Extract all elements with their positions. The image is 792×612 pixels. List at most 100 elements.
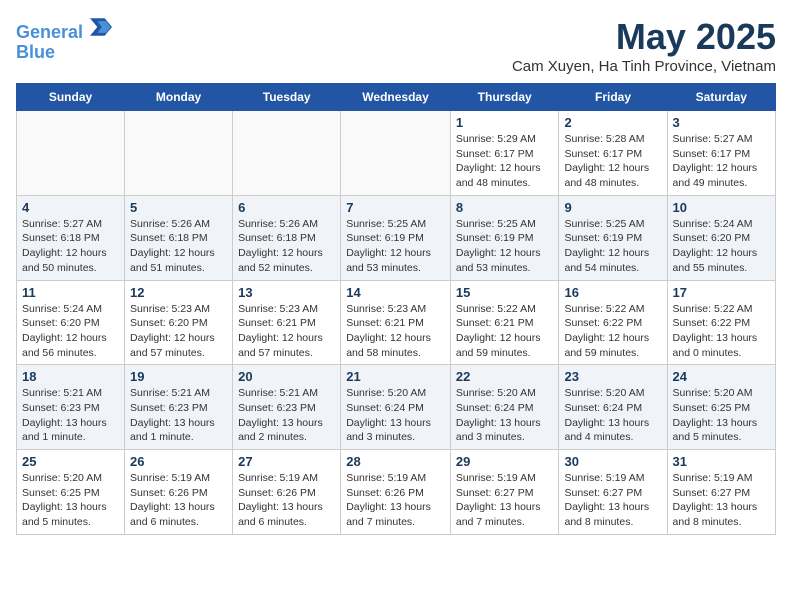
day-number: 16 [564, 285, 661, 300]
day-info: Sunrise: 5:25 AM Sunset: 6:19 PM Dayligh… [564, 217, 661, 276]
calendar-cell: 9 Sunrise: 5:25 AM Sunset: 6:19 PM Daylig… [559, 195, 667, 280]
day-info: Sunrise: 5:26 AM Sunset: 6:18 PM Dayligh… [130, 217, 227, 276]
day-number: 24 [673, 369, 770, 384]
day-info: Sunrise: 5:22 AM Sunset: 6:22 PM Dayligh… [673, 302, 770, 361]
day-number: 8 [456, 200, 554, 215]
day-info: Sunrise: 5:19 AM Sunset: 6:27 PM Dayligh… [456, 471, 554, 530]
title-block: May 2025 Cam Xuyen, Ha Tinh Province, Vi… [512, 16, 776, 75]
day-number: 13 [238, 285, 335, 300]
day-info: Sunrise: 5:25 AM Sunset: 6:19 PM Dayligh… [346, 217, 445, 276]
day-number: 28 [346, 454, 445, 469]
day-info: Sunrise: 5:20 AM Sunset: 6:25 PM Dayligh… [22, 471, 119, 530]
day-info: Sunrise: 5:19 AM Sunset: 6:27 PM Dayligh… [564, 471, 661, 530]
day-info: Sunrise: 5:27 AM Sunset: 6:17 PM Dayligh… [673, 132, 770, 191]
calendar-week-5: 25 Sunrise: 5:20 AM Sunset: 6:25 PM Dayli… [17, 450, 776, 535]
calendar-cell: 14 Sunrise: 5:23 AM Sunset: 6:21 PM Dayli… [341, 280, 451, 365]
day-number: 29 [456, 454, 554, 469]
calendar-cell: 4 Sunrise: 5:27 AM Sunset: 6:18 PM Daylig… [17, 195, 125, 280]
calendar-cell: 28 Sunrise: 5:19 AM Sunset: 6:26 PM Dayli… [341, 450, 451, 535]
calendar-cell: 13 Sunrise: 5:23 AM Sunset: 6:21 PM Dayli… [233, 280, 341, 365]
day-info: Sunrise: 5:21 AM Sunset: 6:23 PM Dayligh… [22, 386, 119, 445]
calendar-cell: 8 Sunrise: 5:25 AM Sunset: 6:19 PM Daylig… [450, 195, 559, 280]
weekday-header-saturday: Saturday [667, 84, 775, 111]
day-info: Sunrise: 5:19 AM Sunset: 6:27 PM Dayligh… [673, 471, 770, 530]
day-number: 25 [22, 454, 119, 469]
weekday-header-monday: Monday [125, 84, 233, 111]
day-info: Sunrise: 5:24 AM Sunset: 6:20 PM Dayligh… [673, 217, 770, 276]
calendar-week-4: 18 Sunrise: 5:21 AM Sunset: 6:23 PM Dayli… [17, 365, 776, 450]
calendar-cell: 17 Sunrise: 5:22 AM Sunset: 6:22 PM Dayli… [667, 280, 775, 365]
calendar-cell: 15 Sunrise: 5:22 AM Sunset: 6:21 PM Dayli… [450, 280, 559, 365]
day-info: Sunrise: 5:22 AM Sunset: 6:21 PM Dayligh… [456, 302, 554, 361]
calendar-cell: 11 Sunrise: 5:24 AM Sunset: 6:20 PM Dayli… [17, 280, 125, 365]
calendar-cell: 12 Sunrise: 5:23 AM Sunset: 6:20 PM Dayli… [125, 280, 233, 365]
day-number: 2 [564, 115, 661, 130]
day-info: Sunrise: 5:20 AM Sunset: 6:25 PM Dayligh… [673, 386, 770, 445]
calendar-cell [341, 111, 451, 196]
day-info: Sunrise: 5:20 AM Sunset: 6:24 PM Dayligh… [456, 386, 554, 445]
day-info: Sunrise: 5:19 AM Sunset: 6:26 PM Dayligh… [238, 471, 335, 530]
day-info: Sunrise: 5:24 AM Sunset: 6:20 PM Dayligh… [22, 302, 119, 361]
day-number: 22 [456, 369, 554, 384]
day-number: 4 [22, 200, 119, 215]
day-info: Sunrise: 5:26 AM Sunset: 6:18 PM Dayligh… [238, 217, 335, 276]
day-number: 11 [22, 285, 119, 300]
calendar-cell: 30 Sunrise: 5:19 AM Sunset: 6:27 PM Dayli… [559, 450, 667, 535]
day-info: Sunrise: 5:25 AM Sunset: 6:19 PM Dayligh… [456, 217, 554, 276]
month-title: May 2025 [512, 16, 776, 58]
calendar-cell: 19Sunrise: 5:21 AM Sunset: 6:23 PM Dayli… [125, 365, 233, 450]
day-info: Sunrise: 5:19 AM Sunset: 6:26 PM Dayligh… [130, 471, 227, 530]
day-number: 17 [673, 285, 770, 300]
day-number: 20 [238, 369, 335, 384]
location-subtitle: Cam Xuyen, Ha Tinh Province, Vietnam [512, 58, 776, 75]
calendar-week-2: 4 Sunrise: 5:27 AM Sunset: 6:18 PM Daylig… [17, 195, 776, 280]
calendar-week-1: 1Sunrise: 5:29 AM Sunset: 6:17 PM Daylig… [17, 111, 776, 196]
page-header: General Blue May 2025 Cam Xuyen, Ha Tinh… [16, 16, 776, 75]
day-info: Sunrise: 5:23 AM Sunset: 6:20 PM Dayligh… [130, 302, 227, 361]
calendar-cell: 24 Sunrise: 5:20 AM Sunset: 6:25 PM Dayli… [667, 365, 775, 450]
weekday-header-row: SundayMondayTuesdayWednesdayThursdayFrid… [17, 84, 776, 111]
logo-text: General [16, 16, 112, 43]
calendar-cell: 7 Sunrise: 5:25 AM Sunset: 6:19 PM Daylig… [341, 195, 451, 280]
day-info: Sunrise: 5:21 AM Sunset: 6:23 PM Dayligh… [238, 386, 335, 445]
calendar-cell: 6Sunrise: 5:26 AM Sunset: 6:18 PM Daylig… [233, 195, 341, 280]
day-number: 7 [346, 200, 445, 215]
calendar-cell: 18 Sunrise: 5:21 AM Sunset: 6:23 PM Dayli… [17, 365, 125, 450]
day-info: Sunrise: 5:28 AM Sunset: 6:17 PM Dayligh… [564, 132, 661, 191]
weekday-header-thursday: Thursday [450, 84, 559, 111]
day-number: 26 [130, 454, 227, 469]
calendar-cell: 16 Sunrise: 5:22 AM Sunset: 6:22 PM Dayli… [559, 280, 667, 365]
day-info: Sunrise: 5:20 AM Sunset: 6:24 PM Dayligh… [346, 386, 445, 445]
day-number: 9 [564, 200, 661, 215]
day-number: 30 [564, 454, 661, 469]
day-info: Sunrise: 5:19 AM Sunset: 6:26 PM Dayligh… [346, 471, 445, 530]
weekday-header-wednesday: Wednesday [341, 84, 451, 111]
calendar-cell [125, 111, 233, 196]
logo-icon [90, 16, 112, 38]
day-info: Sunrise: 5:22 AM Sunset: 6:22 PM Dayligh… [564, 302, 661, 361]
calendar-cell: 22 Sunrise: 5:20 AM Sunset: 6:24 PM Dayli… [450, 365, 559, 450]
day-number: 18 [22, 369, 119, 384]
day-number: 23 [564, 369, 661, 384]
calendar-cell: 31Sunrise: 5:19 AM Sunset: 6:27 PM Dayli… [667, 450, 775, 535]
calendar-cell: 27 Sunrise: 5:19 AM Sunset: 6:26 PM Dayli… [233, 450, 341, 535]
day-number: 14 [346, 285, 445, 300]
day-number: 27 [238, 454, 335, 469]
weekday-header-tuesday: Tuesday [233, 84, 341, 111]
calendar-cell [233, 111, 341, 196]
calendar-cell: 29 Sunrise: 5:19 AM Sunset: 6:27 PM Dayli… [450, 450, 559, 535]
day-info: Sunrise: 5:21 AM Sunset: 6:23 PM Dayligh… [130, 386, 227, 445]
calendar-week-3: 11 Sunrise: 5:24 AM Sunset: 6:20 PM Dayli… [17, 280, 776, 365]
day-info: Sunrise: 5:23 AM Sunset: 6:21 PM Dayligh… [346, 302, 445, 361]
calendar-table: SundayMondayTuesdayWednesdayThursdayFrid… [16, 83, 776, 535]
day-number: 3 [673, 115, 770, 130]
weekday-header-friday: Friday [559, 84, 667, 111]
day-info: Sunrise: 5:23 AM Sunset: 6:21 PM Dayligh… [238, 302, 335, 361]
day-number: 15 [456, 285, 554, 300]
calendar-cell: 25 Sunrise: 5:20 AM Sunset: 6:25 PM Dayli… [17, 450, 125, 535]
weekday-header-sunday: Sunday [17, 84, 125, 111]
day-info: Sunrise: 5:27 AM Sunset: 6:18 PM Dayligh… [22, 217, 119, 276]
calendar-cell: 2 Sunrise: 5:28 AM Sunset: 6:17 PM Daylig… [559, 111, 667, 196]
day-number: 12 [130, 285, 227, 300]
calendar-cell [17, 111, 125, 196]
